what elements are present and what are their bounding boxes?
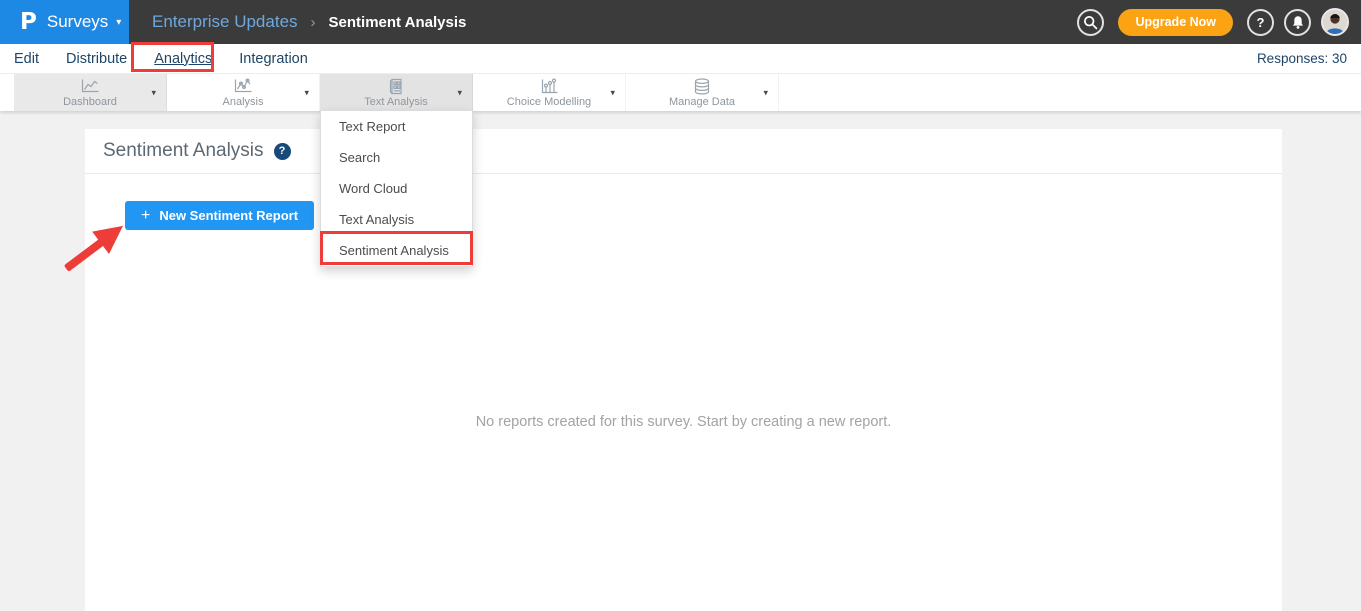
menu-item-search[interactable]: Search: [321, 142, 472, 173]
surveys-product-menu[interactable]: P Surveys ▾: [0, 0, 129, 44]
plus-icon: +: [141, 207, 150, 225]
breadcrumb-separator-icon: ›: [311, 14, 316, 31]
tab-manage-data[interactable]: Manage Data ▾: [626, 74, 779, 111]
responses-count: Responses: 30: [1257, 51, 1361, 66]
tab-label: Dashboard: [63, 96, 117, 108]
notifications-button[interactable]: [1284, 9, 1311, 36]
nav-item-analytics[interactable]: Analytics: [154, 51, 212, 67]
caret-down-icon[interactable]: ▾: [304, 87, 309, 98]
breadcrumb: Enterprise Updates › Sentiment Analysis: [152, 12, 466, 32]
tab-choice-modelling[interactable]: Choice Modelling ▾: [473, 74, 626, 111]
top-bar: P Surveys ▾ Enterprise Updates › Sentime…: [0, 0, 1361, 44]
tab-label: Manage Data: [669, 96, 735, 108]
line-chart-icon: [79, 78, 101, 95]
menu-item-text-report[interactable]: Text Report: [321, 111, 472, 142]
bell-icon: [1291, 15, 1305, 30]
search-button[interactable]: [1077, 9, 1104, 36]
caret-down-icon[interactable]: ▾: [610, 87, 615, 98]
new-sentiment-report-button[interactable]: + New Sentiment Report: [125, 201, 314, 230]
tab-label: Choice Modelling: [507, 96, 591, 108]
help-button[interactable]: ?: [1247, 9, 1274, 36]
caret-down-icon[interactable]: ▾: [151, 87, 156, 98]
avatar-photo: [1323, 10, 1347, 34]
caret-down-icon[interactable]: ▾: [457, 87, 462, 98]
survey-nav-bar: Edit Distribute Analytics Integration Re…: [0, 44, 1361, 74]
page-help-button[interactable]: ?: [274, 143, 291, 160]
text-report-icon: [385, 78, 407, 95]
lollipop-chart-icon: [538, 78, 560, 95]
sentiment-analysis-panel: Sentiment Analysis ? + New Sentiment Rep…: [85, 129, 1282, 611]
analytics-toolbar: Dashboard ▾ Analysis ▾ Text Analysis ▾: [0, 74, 1361, 111]
tab-dashboard[interactable]: Dashboard ▾: [14, 74, 167, 111]
page-title: Sentiment Analysis: [103, 140, 264, 162]
breadcrumb-survey-name[interactable]: Enterprise Updates: [152, 12, 298, 32]
search-icon: [1083, 15, 1098, 30]
menu-item-text-analysis[interactable]: Text Analysis: [321, 204, 472, 235]
topbar-actions: Upgrade Now ?: [1077, 8, 1361, 36]
tab-text-analysis[interactable]: Text Analysis ▾: [320, 74, 473, 111]
product-label: Surveys: [47, 12, 108, 32]
tab-analysis[interactable]: Analysis ▾: [167, 74, 320, 111]
nav-item-distribute[interactable]: Distribute: [66, 51, 127, 67]
question-mark-icon: ?: [1257, 15, 1265, 30]
breadcrumb-page-name: Sentiment Analysis: [329, 14, 467, 31]
upgrade-now-button[interactable]: Upgrade Now: [1118, 9, 1233, 36]
tab-label: Analysis: [223, 96, 264, 108]
nav-item-edit[interactable]: Edit: [14, 51, 39, 67]
menu-item-word-cloud[interactable]: Word Cloud: [321, 173, 472, 204]
database-icon: [691, 78, 713, 95]
question-mark-icon: ?: [279, 145, 286, 157]
menu-item-sentiment-analysis[interactable]: Sentiment Analysis: [321, 235, 472, 266]
user-avatar[interactable]: [1321, 8, 1349, 36]
scatter-line-chart-icon: [232, 78, 254, 95]
text-analysis-dropdown-menu: Text Report Search Word Cloud Text Analy…: [320, 111, 473, 267]
caret-down-icon[interactable]: ▾: [763, 87, 768, 98]
tab-label: Text Analysis: [364, 96, 428, 108]
panel-header: Sentiment Analysis ?: [85, 129, 1282, 174]
new-report-label: New Sentiment Report: [159, 208, 298, 223]
nav-item-integration[interactable]: Integration: [239, 51, 308, 67]
chevron-down-icon: ▾: [116, 17, 121, 28]
questionpro-logo: P: [20, 9, 37, 35]
empty-state-message: No reports created for this survey. Star…: [85, 414, 1282, 430]
